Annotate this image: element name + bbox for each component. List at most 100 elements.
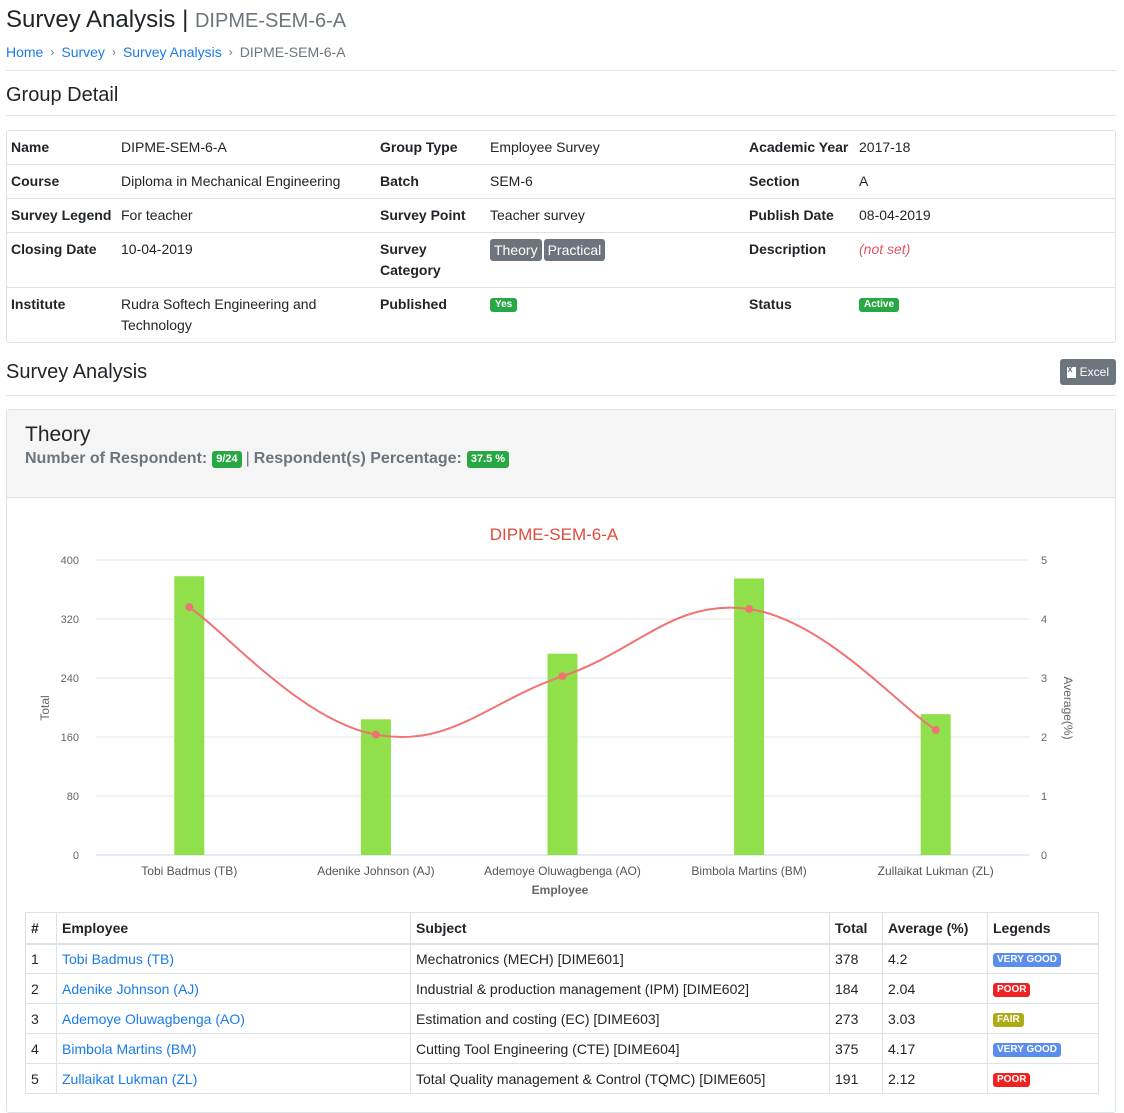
detail-label: Survey Category <box>376 232 486 287</box>
average-cell: 3.03 <box>882 1003 988 1034</box>
detail-value: 10-04-2019 <box>117 232 376 287</box>
detail-value: A <box>855 164 1115 198</box>
table-row: 5 Zullaikat Lukman (ZL) Total Quality mana… <box>25 1063 1099 1094</box>
y-right-tick-label: 3 <box>1041 673 1047 685</box>
detail-value: DIPME-SEM-6-A <box>121 139 227 155</box>
x-tick-label: Ademoye Oluwagbenga (AO) <box>484 864 641 878</box>
detail-label: Batch <box>376 164 486 198</box>
average-cell: 2.12 <box>882 1063 988 1094</box>
detail-row: Institute Rudra Softech Engineering and … <box>7 287 1115 342</box>
x-axis: Tobi Badmus (TB) Adenike Johnson (AJ) Adem… <box>141 864 993 878</box>
published-badge: Yes <box>490 298 518 313</box>
row-number: 4 <box>25 1033 57 1064</box>
average-point <box>931 725 940 734</box>
breadcrumb-survey-analysis[interactable]: Survey Analysis <box>123 44 222 60</box>
detail-label: Survey Legend <box>7 198 117 232</box>
employee-link[interactable]: Tobi Badmus (TB) <box>62 951 174 967</box>
table-row: 4 Bimbola Martins (BM) Cutting Tool Engine… <box>25 1033 1099 1064</box>
detail-label: Closing Date <box>7 232 117 287</box>
x-tick-label: Tobi Badmus (TB) <box>141 864 237 878</box>
theory-card-body: DIPME-SEM-6-A 0 80 160 240 320 400 012345 Tob… <box>7 498 1115 1112</box>
column-header-employee[interactable]: Employee <box>56 912 411 945</box>
page-title-main: Survey Analysis <box>6 6 176 33</box>
title-separator: | <box>182 6 189 33</box>
table-row: 1 Tobi Badmus (TB) Mechatronics (MECH) [DI… <box>25 943 1099 974</box>
subject-cell: Total Quality management & Control (TQMC… <box>410 1063 830 1094</box>
detail-row: Closing Date 10-04-2019 Survey Category … <box>7 232 1115 287</box>
detail-value: (not set) <box>855 232 1115 287</box>
detail-label: Status <box>745 287 855 342</box>
survey-category-badges: Theory Practical <box>486 232 745 287</box>
detail-value: SEM-6 <box>486 164 745 198</box>
detail-value: Teacher survey <box>486 198 745 232</box>
detail-label: Survey Point <box>376 198 486 232</box>
employee-cell: Zullaikat Lukman (ZL) <box>56 1063 411 1094</box>
subject-cell: Cutting Tool Engineering (CTE) [DIME604] <box>410 1033 830 1064</box>
detail-label: Description <box>745 232 855 287</box>
employee-link[interactable]: Zullaikat Lukman (ZL) <box>62 1071 197 1087</box>
status-badge: Active <box>859 298 900 313</box>
column-header-average[interactable]: Average (%) <box>882 912 988 945</box>
breadcrumb: Home › Survey › Survey Analysis › DIPME-… <box>6 44 1116 60</box>
x-tick-label: Adenike Johnson (AJ) <box>317 864 434 878</box>
breadcrumb-home[interactable]: Home <box>6 44 43 60</box>
group-detail-table: Name DIPME-SEM-6-A Group Type Employee S… <box>6 130 1116 343</box>
bar <box>360 719 391 855</box>
detail-label: Course <box>7 164 117 198</box>
detail-value: Yes <box>486 287 745 342</box>
excel-button-label: Excel <box>1079 365 1109 379</box>
y-axis-left-label: Total <box>38 695 52 720</box>
bar <box>174 576 205 855</box>
breadcrumb-survey[interactable]: Survey <box>61 44 105 60</box>
table-header-row: # Employee Subject Total Average (%) Leg… <box>25 912 1099 945</box>
row-number: 3 <box>25 1003 57 1034</box>
x-axis-label: Employee <box>532 883 589 897</box>
bar <box>547 653 578 855</box>
category-badge-practical: Practical <box>543 239 606 262</box>
category-badge-theory: Theory <box>490 239 542 262</box>
employee-link[interactable]: Bimbola Martins (BM) <box>62 1041 197 1057</box>
divider <box>6 395 1116 396</box>
respondent-label: Number of Respondent: <box>25 450 208 467</box>
y-tick-label: 80 <box>67 791 79 803</box>
file-excel-icon <box>1066 364 1076 378</box>
y-tick-label: 160 <box>61 732 79 744</box>
excel-export-button[interactable]: Excel <box>1059 359 1116 385</box>
subject-cell: Estimation and costing (EC) [DIME603] <box>410 1003 830 1034</box>
employee-link[interactable]: Adenike Johnson (AJ) <box>62 981 199 997</box>
x-tick-label: Zullaikat Lukman (ZL) <box>878 864 994 878</box>
average-point <box>558 672 567 681</box>
average-cell: 4.2 <box>882 943 988 974</box>
row-number: 2 <box>25 973 57 1004</box>
column-header-total[interactable]: Total <box>829 912 883 945</box>
respondent-percentage-badge: 37.5 % <box>466 450 510 468</box>
y-right-tick-label: 5 <box>1041 555 1047 567</box>
legend-cell: FAIR <box>987 1003 1099 1034</box>
average-point <box>745 604 754 613</box>
detail-label: Academic Year <box>749 139 849 155</box>
legend-cell: VERY GOOD <box>987 1033 1099 1064</box>
detail-row: Course Diploma in Mechanical Engineering… <box>7 164 1115 198</box>
theory-card-header: Theory Number of Respondent: 9/24 | Resp… <box>7 410 1115 498</box>
legend-cell: POOR <box>987 973 1099 1004</box>
employee-cell: Adenike Johnson (AJ) <box>56 973 411 1004</box>
average-point <box>371 730 380 739</box>
bar <box>920 714 951 855</box>
breadcrumb-current: DIPME-SEM-6-A <box>239 44 346 60</box>
legend-badge: VERY GOOD <box>993 952 1062 967</box>
column-header-legends[interactable]: Legends <box>987 912 1099 945</box>
detail-row: Name DIPME-SEM-6-A Group Type Employee S… <box>7 131 1115 164</box>
legend-cell: POOR <box>987 1063 1099 1094</box>
column-header-number: # <box>25 912 57 945</box>
column-header-subject[interactable]: Subject <box>410 912 830 945</box>
bar-series <box>174 576 951 855</box>
y-right-tick-label: 2 <box>1041 732 1047 744</box>
average-cell: 4.17 <box>882 1033 988 1064</box>
chart-title: DIPME-SEM-6-A <box>490 525 619 544</box>
y-right-tick-label: 0 <box>1041 850 1047 862</box>
respondent-count-badge: 9/24 <box>212 450 242 468</box>
y-axis-right: 0 1 2 3 4 5 <box>1041 555 1047 862</box>
legend-badge: POOR <box>993 982 1031 997</box>
employee-link[interactable]: Ademoye Oluwagbenga (AO) <box>62 1011 245 1027</box>
theory-card: Theory Number of Respondent: 9/24 | Resp… <box>6 409 1116 1113</box>
